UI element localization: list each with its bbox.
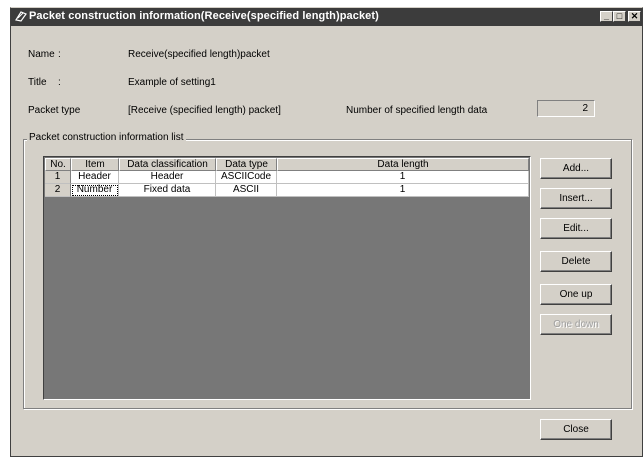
title-separator: : [58,77,61,88]
title-label: Title [28,77,47,88]
num-data-field: 2 [537,100,595,117]
edit-button[interactable]: Edit... [540,218,612,239]
table-row[interactable]: 1 Header Header ASCIICode 1 [45,171,529,184]
num-data-label: Number of specified length data [346,105,488,116]
close-window-button[interactable]: ✕ [628,11,641,22]
one-down-button: One down [540,314,612,335]
table-row[interactable]: 2 Number Fixed data ASCII 1 [45,184,529,197]
cell-data-length: 1 [277,184,529,197]
name-value: Receive(specified length)packet [128,49,270,60]
close-button[interactable]: Close [540,419,612,440]
minimize-button[interactable]: _ [600,11,613,22]
packet-type-label: Packet type [28,105,81,116]
name-label: Name [28,49,55,60]
cell-data-type: ASCIICode [216,171,277,184]
construction-list[interactable]: No. Item Data classification Data type D… [43,156,531,400]
cell-data-type: ASCII [216,184,277,197]
dialog-window: Packet construction information(Receive(… [10,7,643,457]
add-button[interactable]: Add... [540,158,612,179]
cell-data-classification: Header [119,171,216,184]
cell-data-length: 1 [277,171,529,184]
window-title: Packet construction information(Receive(… [29,10,379,22]
maximize-button[interactable]: □ [613,11,626,22]
title-bar[interactable]: Packet construction information(Receive(… [11,8,642,26]
column-header-data-classification[interactable]: Data classification [119,158,216,171]
column-header-item[interactable]: Item [71,158,119,171]
packet-icon [14,9,28,23]
title-value: Example of setting1 [128,77,216,88]
column-header-data-type[interactable]: Data type [216,158,277,171]
name-separator: : [58,49,61,60]
cell-no: 2 [45,184,71,197]
cell-item: Number [71,184,119,197]
group-label: Packet construction information list [27,132,186,143]
cell-no: 1 [45,171,71,184]
cell-item: Header [71,171,119,184]
insert-button[interactable]: Insert... [540,188,612,209]
column-header-data-length[interactable]: Data length [277,158,529,171]
packet-type-value: [Receive (specified length) packet] [128,105,281,116]
delete-button[interactable]: Delete [540,251,612,272]
cell-data-classification: Fixed data [119,184,216,197]
column-header-no[interactable]: No. [45,158,71,171]
one-up-button[interactable]: One up [540,284,612,305]
